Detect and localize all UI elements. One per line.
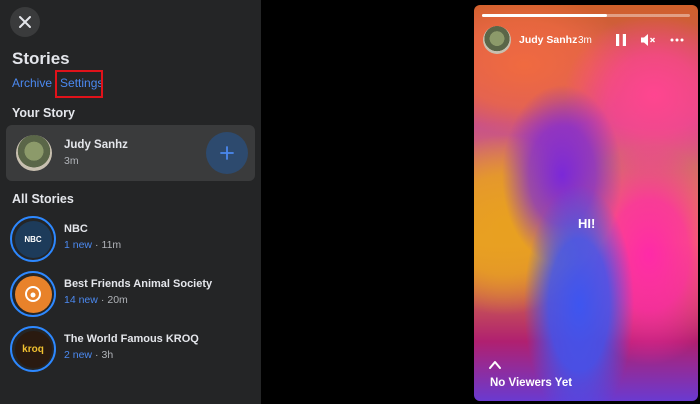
your-story-heading: Your Story	[12, 106, 75, 120]
avatar-ring: NBC	[10, 216, 56, 262]
pause-icon	[616, 34, 626, 46]
story-item-best-friends[interactable]: Best Friends Animal Society 14 new · 20m	[10, 271, 255, 317]
your-story-time: 3m	[64, 155, 79, 167]
avatar-ring	[10, 271, 56, 317]
archive-link[interactable]: Archive	[12, 76, 52, 90]
your-story-card[interactable]: Judy Sanhz 3m	[6, 125, 255, 181]
more-options-button[interactable]	[666, 29, 688, 51]
muted-speaker-icon	[641, 34, 655, 46]
story-time: 3h	[101, 349, 114, 361]
pause-button[interactable]	[610, 29, 632, 51]
page-title: Stories	[12, 49, 70, 68]
your-story-name: Judy Sanhz	[64, 139, 128, 151]
story-item-nbc[interactable]: NBC NBC 1 new · 11m	[10, 216, 255, 262]
story-progress-bar	[482, 14, 690, 17]
mute-button[interactable]	[637, 29, 659, 51]
story-new-count: 2 new	[64, 349, 93, 361]
story-viewer[interactable]: Judy Sanhz 3m HI! No Viewers Yet	[474, 5, 698, 401]
story-meta: 1 new · 11m	[64, 239, 121, 251]
story-name: NBC	[64, 223, 88, 235]
add-story-button[interactable]	[206, 132, 248, 174]
story-item-kroq[interactable]: kroq The World Famous KROQ 2 new · 3h	[10, 326, 255, 372]
viewers-label[interactable]: No Viewers Yet	[490, 377, 572, 389]
close-button[interactable]	[10, 7, 40, 37]
story-time: 20m	[107, 294, 128, 306]
settings-highlight-box	[55, 70, 103, 98]
story-meta: 2 new · 3h	[64, 349, 113, 361]
meta-separator: ·	[95, 239, 99, 251]
chevron-up-icon[interactable]	[488, 359, 502, 371]
story-text: HI!	[578, 216, 596, 231]
plus-icon	[220, 146, 234, 160]
story-author-time: 3m	[578, 35, 592, 46]
paw-icon	[25, 286, 41, 302]
nbc-logo-icon: NBC	[14, 220, 52, 258]
best-friends-logo-icon	[14, 275, 52, 313]
story-name: Best Friends Animal Society	[64, 278, 213, 290]
story-meta: 14 new · 20m	[64, 294, 128, 306]
story-progress-fill	[482, 14, 607, 17]
more-horizontal-icon	[670, 38, 684, 42]
avatar[interactable]	[483, 26, 511, 54]
avatar	[16, 135, 52, 171]
story-new-count: 1 new	[64, 239, 93, 251]
all-stories-heading: All Stories	[12, 192, 74, 206]
stories-sidebar: Stories Archive · Settings Your Story Judy…	[0, 0, 261, 404]
story-name: The World Famous KROQ	[64, 333, 199, 345]
story-new-count: 14 new	[64, 294, 98, 306]
meta-separator: ·	[100, 294, 105, 306]
close-icon	[19, 16, 31, 28]
stories-screen: Stories Archive · Settings Your Story Judy…	[0, 0, 700, 404]
meta-separator: ·	[95, 349, 99, 361]
story-author-name[interactable]: Judy Sanhz	[519, 34, 577, 46]
story-time: 11m	[101, 239, 122, 251]
avatar-ring: kroq	[10, 326, 56, 372]
kroq-logo-icon: kroq	[14, 330, 52, 368]
